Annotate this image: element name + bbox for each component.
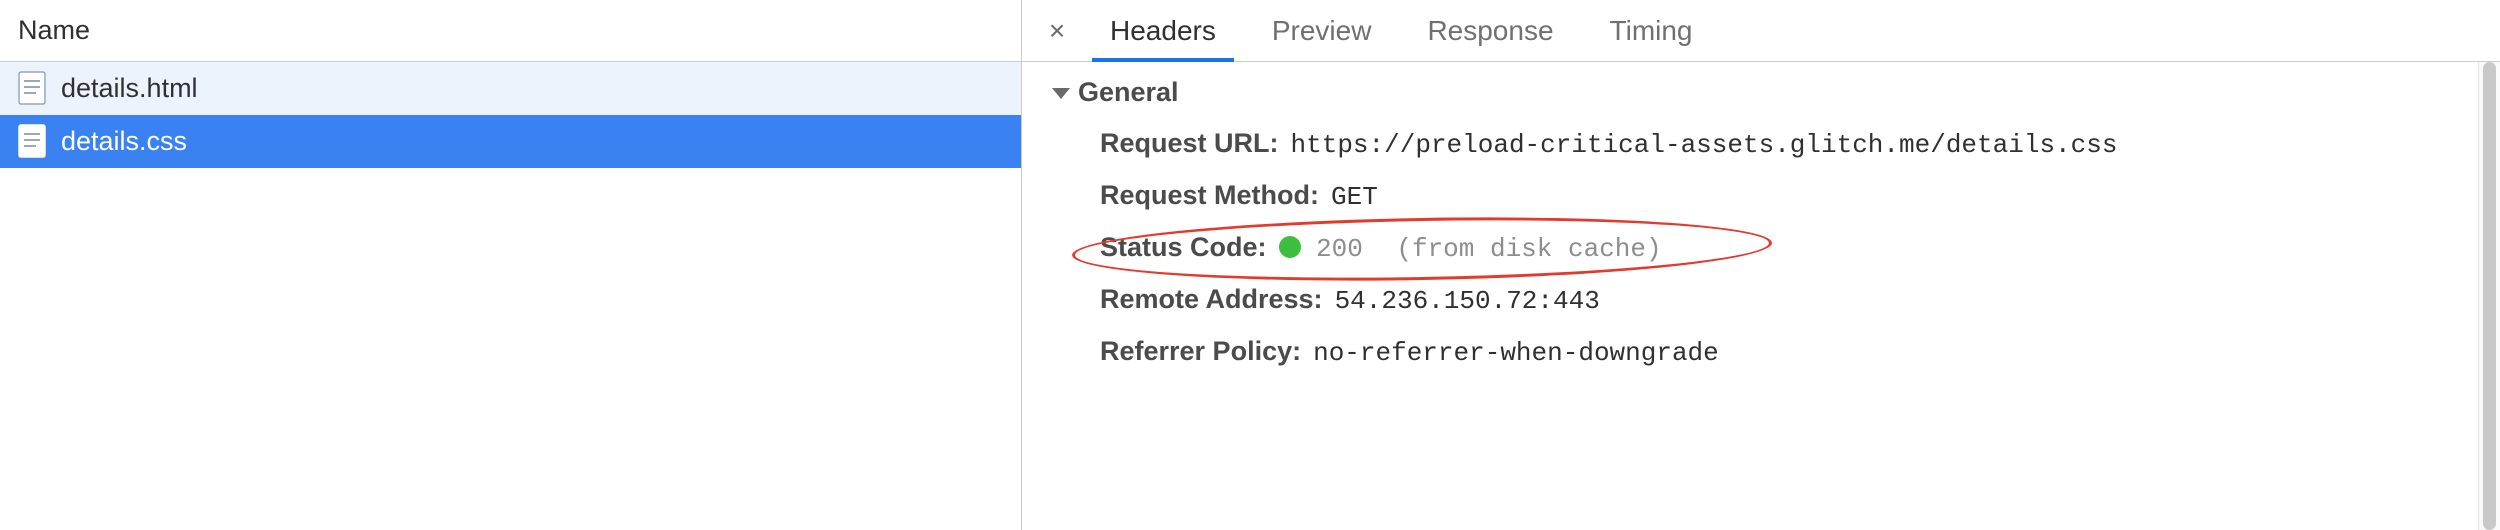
kv-status-code: Status Code: 200 (from disk cache) bbox=[1100, 232, 2480, 264]
close-icon: × bbox=[1049, 15, 1065, 47]
tab-response[interactable]: Response bbox=[1399, 0, 1581, 61]
kv-key: Request Method: bbox=[1100, 180, 1319, 211]
request-row-details-css[interactable]: details.css bbox=[0, 115, 1021, 168]
chevron-down-icon bbox=[1052, 88, 1070, 99]
kv-value: 54.236.150.72:443 bbox=[1335, 286, 1600, 316]
tab-headers[interactable]: Headers bbox=[1082, 0, 1244, 61]
tab-label: Headers bbox=[1110, 15, 1216, 47]
general-kv-list: Request URL: https://preload-critical-as… bbox=[1052, 128, 2480, 368]
section-title: General bbox=[1078, 77, 1179, 108]
devtools-network-panel: Name details.html bbox=[0, 0, 2500, 530]
file-icon bbox=[18, 71, 46, 105]
status-dot-icon bbox=[1279, 236, 1301, 258]
kv-value: GET bbox=[1331, 182, 1378, 212]
kv-value: https://preload-critical-assets.glitch.m… bbox=[1291, 130, 2118, 160]
kv-remote-address: Remote Address: 54.236.150.72:443 bbox=[1100, 284, 2480, 316]
kv-key: Remote Address: bbox=[1100, 284, 1323, 315]
scrollbar-thumb[interactable] bbox=[2483, 62, 2496, 530]
headers-section-scroll: General Request URL: https://preload-cri… bbox=[1022, 62, 2500, 530]
status-code-note: (from disk cache) bbox=[1396, 234, 1661, 264]
file-icon bbox=[18, 124, 46, 158]
request-row-details-html[interactable]: details.html bbox=[0, 62, 1021, 115]
close-detail-button[interactable]: × bbox=[1032, 0, 1082, 61]
request-row-label: details.html bbox=[61, 73, 1003, 104]
request-detail-panel: × Headers Preview Response Timing Genera… bbox=[1022, 0, 2500, 530]
list-header-name[interactable]: Name bbox=[0, 0, 1021, 62]
kv-key: Request URL: bbox=[1100, 128, 1279, 159]
tab-label: Preview bbox=[1272, 15, 1372, 47]
kv-key: Referrer Policy: bbox=[1100, 336, 1301, 367]
request-list: details.html details.css bbox=[0, 62, 1021, 530]
kv-value: 200 (from disk cache) bbox=[1279, 232, 1662, 264]
network-request-list-panel: Name details.html bbox=[0, 0, 1022, 530]
kv-value: no-referrer-when-downgrade bbox=[1313, 338, 1719, 368]
section-header-general[interactable]: General bbox=[1052, 77, 2480, 108]
tab-timing[interactable]: Timing bbox=[1582, 0, 1721, 61]
kv-request-url: Request URL: https://preload-critical-as… bbox=[1100, 128, 2480, 160]
tab-label: Response bbox=[1427, 15, 1553, 47]
kv-key: Status Code: bbox=[1100, 232, 1267, 263]
kv-request-method: Request Method: GET bbox=[1100, 180, 2480, 212]
tab-preview[interactable]: Preview bbox=[1244, 0, 1400, 61]
request-row-label: details.css bbox=[61, 126, 1003, 157]
kv-referrer-policy: Referrer Policy: no-referrer-when-downgr… bbox=[1100, 336, 2480, 368]
tab-label: Timing bbox=[1610, 15, 1693, 47]
detail-tabs-bar: × Headers Preview Response Timing bbox=[1022, 0, 2500, 62]
list-header-name-label: Name bbox=[18, 15, 90, 46]
status-code-number: 200 bbox=[1316, 234, 1363, 264]
vertical-scrollbar[interactable] bbox=[2478, 62, 2500, 530]
